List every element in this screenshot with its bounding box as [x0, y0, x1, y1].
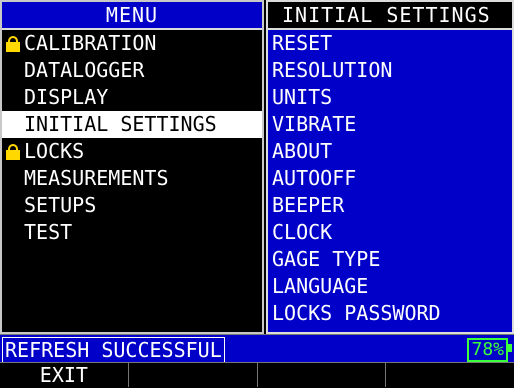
softkey-4[interactable] — [386, 362, 514, 387]
menu-item-label: SETUPS — [24, 193, 97, 217]
submenu-item-units[interactable]: UNITS — [268, 84, 512, 111]
submenu-item-clock[interactable]: CLOCK — [268, 219, 512, 246]
submenu-item-beeper[interactable]: BEEPER — [268, 192, 512, 219]
battery-icon — [508, 344, 512, 352]
submenu-item-resolution[interactable]: RESOLUTION — [268, 57, 512, 84]
menu-item-locks[interactable]: LOCKS — [2, 138, 262, 165]
main-menu-list: CALIBRATION DATALOGGER DISPLAY INITIAL S… — [2, 30, 262, 246]
menu-item-display[interactable]: DISPLAY — [2, 84, 262, 111]
menu-item-initial-settings[interactable]: INITIAL SETTINGS — [2, 111, 262, 138]
battery-indicator: 78% — [467, 338, 508, 362]
menu-item-test[interactable]: TEST — [2, 219, 262, 246]
menu-item-calibration[interactable]: CALIBRATION — [2, 30, 262, 57]
lock-icon — [6, 36, 20, 52]
softkey-exit[interactable]: EXIT — [0, 362, 129, 387]
menu-item-label: LOCKS — [24, 139, 85, 163]
submenu-item-language[interactable]: LANGUAGE — [268, 273, 512, 300]
initial-settings-title: INITIAL SETTINGS — [268, 2, 512, 30]
status-message: REFRESH SUCCESSFUL — [2, 337, 225, 363]
softkey-3[interactable] — [257, 362, 387, 387]
menu-item-label: CALIBRATION — [24, 31, 157, 55]
menu-item-datalogger[interactable]: DATALOGGER — [2, 57, 262, 84]
submenu-item-autooff[interactable]: AUTOOFF — [268, 165, 512, 192]
softkey-2[interactable] — [128, 362, 258, 387]
submenu-item-vibrate[interactable]: VIBRATE — [268, 111, 512, 138]
main-menu-panel: MENU CALIBRATION DATALOGGER DISPLAY INIT… — [0, 0, 264, 334]
menu-item-measurements[interactable]: MEASUREMENTS — [2, 165, 262, 192]
main-menu-title: MENU — [2, 2, 262, 30]
menu-item-label: MEASUREMENTS — [24, 166, 169, 190]
battery-level: 78% — [471, 339, 504, 360]
softkey-bar: EXIT — [0, 362, 514, 387]
submenu-item-reset[interactable]: RESET — [268, 30, 512, 57]
menu-item-label: TEST — [24, 220, 73, 244]
status-bar: REFRESH SUCCESSFUL 78% — [0, 334, 514, 363]
menu-item-label: DATALOGGER — [24, 58, 145, 82]
initial-settings-panel: INITIAL SETTINGS RESET RESOLUTION UNITS … — [266, 0, 514, 334]
submenu-item-about[interactable]: ABOUT — [268, 138, 512, 165]
menu-item-label: INITIAL SETTINGS — [24, 112, 217, 136]
menu-item-label: DISPLAY — [24, 85, 109, 109]
menu-item-setups[interactable]: SETUPS — [2, 192, 262, 219]
submenu-item-gage-type[interactable]: GAGE TYPE — [268, 246, 512, 273]
lock-icon — [6, 144, 20, 160]
submenu-item-locks-password[interactable]: LOCKS PASSWORD — [268, 300, 512, 327]
initial-settings-list: RESET RESOLUTION UNITS VIBRATE ABOUT AUT… — [268, 30, 512, 327]
